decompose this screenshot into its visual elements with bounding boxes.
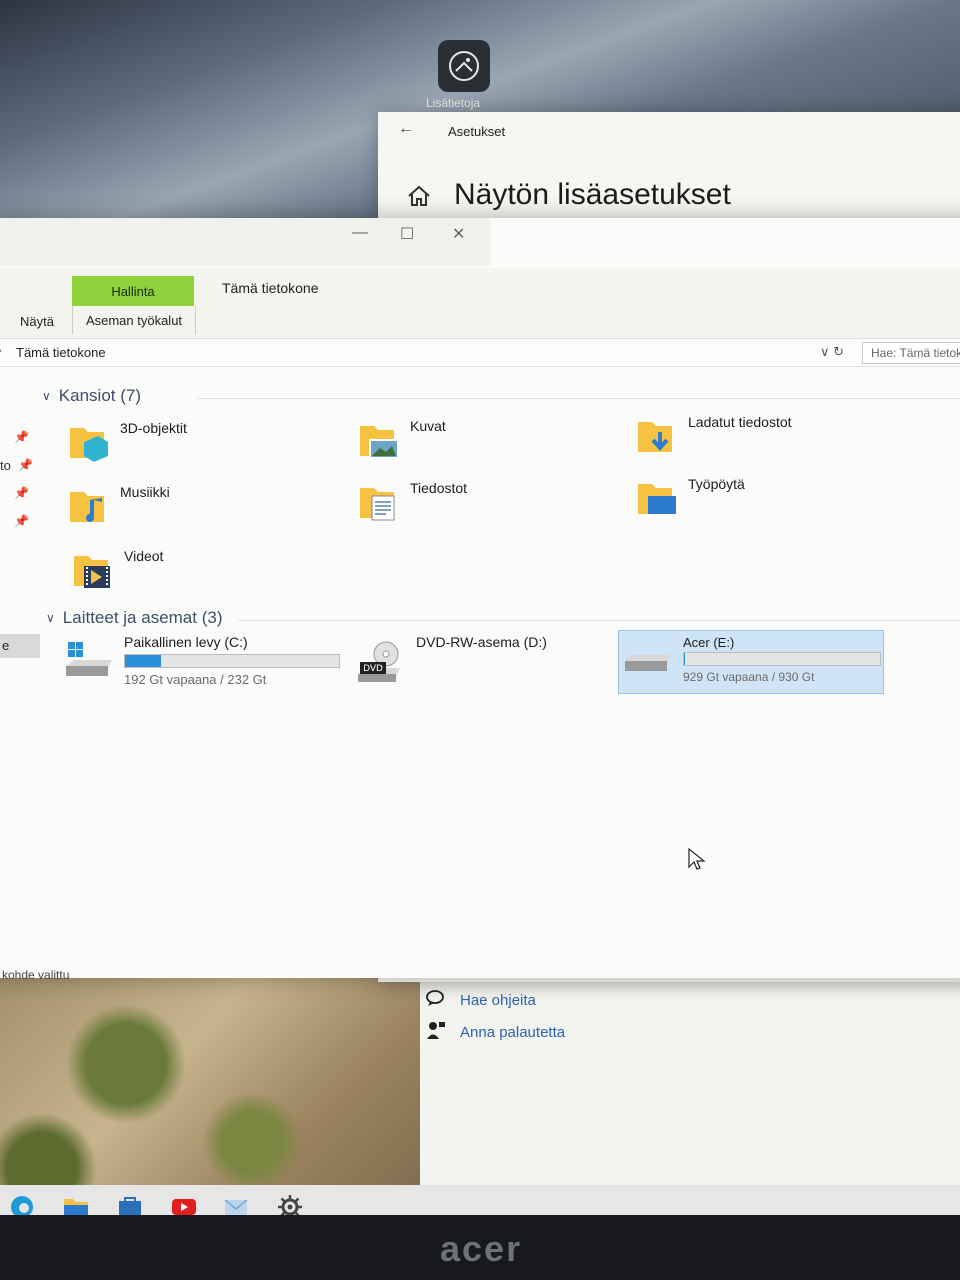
dvd-badge: DVD — [363, 664, 383, 674]
explorer-title-bar[interactable]: — ☐ ✕ — [0, 218, 490, 266]
pin-icon[interactable]: 📌 — [18, 458, 33, 472]
help-links: Hae ohjeita Anna palautetta — [426, 984, 565, 1048]
minimize-icon[interactable]: — — [352, 224, 368, 242]
info-button[interactable] — [438, 40, 490, 92]
close-icon[interactable]: ✕ — [452, 224, 465, 244]
ribbon-contextual-group[interactable]: Hallinta — [72, 276, 194, 306]
content-pane: ∨ Kansiot (7) 3D-objektit Kuvat Ladatut … — [38, 368, 960, 948]
status-text: kohde valittu — [2, 968, 70, 982]
tab-drive-tools[interactable]: Aseman työkalut — [72, 306, 196, 334]
settings-app-title: Asetukset — [448, 124, 506, 139]
dvd-drive-icon: DVD — [358, 641, 400, 682]
drive-d[interactable]: DVD DVD-RW-asema (D:) — [356, 634, 547, 686]
downloads-folder-icon — [638, 422, 672, 452]
edge-browser-icon[interactable] — [8, 1193, 36, 1215]
search-input[interactable]: Hae: Tämä tietokone — [862, 342, 960, 364]
mouse-cursor-icon — [688, 848, 706, 870]
folder-desktop[interactable]: Työpöytä — [636, 476, 745, 518]
folder-documents[interactable]: Tiedostot — [358, 480, 467, 522]
section-divider — [238, 620, 960, 621]
folders-section-header[interactable]: ∨ Kansiot (7) — [42, 386, 141, 406]
tab-view[interactable]: Näytä — [20, 314, 54, 329]
section-divider — [198, 398, 960, 399]
drive-label: DVD-RW-asema (D:) — [416, 634, 547, 650]
home-icon[interactable] — [406, 184, 432, 213]
folder-videos[interactable]: Videot — [72, 548, 163, 590]
drive-usage-fill — [684, 653, 685, 665]
pin-icon[interactable]: 📌 — [14, 514, 29, 528]
taskbar — [0, 1185, 960, 1215]
pin-icon[interactable]: 📌 — [14, 486, 29, 500]
help-link-feedback[interactable]: Anna palautetta — [426, 1016, 565, 1048]
drive-label: Paikallinen levy (C:) — [124, 634, 248, 650]
maximize-icon[interactable]: ☐ — [400, 224, 414, 244]
drive-usage-fill — [125, 655, 162, 667]
pictures-folder-icon — [360, 426, 399, 459]
nav-selected-item[interactable]: e — [0, 634, 40, 658]
chevron-down-icon: ∨ — [42, 389, 51, 403]
pin-icon[interactable]: 📌 — [14, 430, 29, 444]
drive-capacity: 929 Gt vapaana / 930 Gt — [683, 670, 815, 684]
status-bar: kohde valittu — [0, 968, 960, 986]
back-arrow-icon[interactable]: ← — [398, 120, 414, 138]
settings-gear-icon[interactable] — [276, 1193, 304, 1215]
screen: Lisätietoja ← Asetukset Näytön lisäasetu… — [0, 0, 960, 1215]
nav-partial-label: e — [2, 638, 10, 653]
videos-folder-icon — [74, 556, 110, 588]
chevron-right-icon: › — [0, 345, 2, 357]
drive-label: Acer (E:) — [683, 635, 735, 650]
folder-label: Musiikki — [120, 484, 170, 500]
help-link-label: Anna palautetta — [460, 1023, 566, 1041]
nav-partial-label[interactable]: to — [0, 458, 11, 473]
info-button-label: Lisätietoja — [426, 96, 481, 110]
folder-music[interactable]: Musiikki — [68, 484, 170, 526]
file-explorer-window: — ☐ ✕ Hallinta Tämä tietokone Näytä Asem… — [0, 218, 960, 982]
folder-downloads[interactable]: Ladatut tiedostot — [636, 414, 792, 456]
windows-drive-icon — [66, 642, 112, 676]
drive-usage-bar — [683, 652, 881, 666]
drive-capacity: 192 Gt vapaana / 232 Gt — [124, 672, 267, 687]
folder-label: Työpöytä — [688, 476, 745, 492]
info-circle-icon — [449, 51, 479, 81]
folder-label: Kuvat — [410, 418, 446, 434]
folder-label: Videot — [124, 548, 164, 564]
music-folder-icon — [70, 492, 104, 522]
navigation-pane: 📌 to 📌 📌 📌 e — [0, 368, 40, 978]
mail-icon[interactable] — [222, 1193, 250, 1215]
desktop-wallpaper-landscape — [0, 960, 420, 1215]
help-link-label: Hae ohjeita — [460, 991, 536, 1009]
documents-folder-icon — [360, 488, 395, 521]
section-title: Laitteet ja asemat (3) — [62, 608, 223, 627]
chevron-down-icon: ∨ — [46, 611, 55, 625]
folder-pictures[interactable]: Kuvat — [358, 418, 446, 460]
help-link-get-help[interactable]: Hae ohjeita — [426, 984, 565, 1016]
drive-c[interactable]: Paikallinen levy (C:) 192 Gt vapaana / 2… — [64, 634, 340, 687]
external-drive-icon — [625, 655, 671, 671]
section-title: Kansiot (7) — [58, 386, 141, 405]
drive-e[interactable]: Acer (E:) 929 Gt vapaana / 930 Gt — [618, 630, 884, 694]
drive-usage-bar — [124, 654, 340, 668]
folder-label: 3D-objektit — [120, 420, 187, 436]
address-path[interactable]: Tämä tietokone — [16, 345, 106, 360]
3d-objects-folder-icon — [70, 428, 108, 462]
folder-label: Tiedostot — [410, 480, 468, 496]
drives-section-header[interactable]: ∨ Laitteet ja asemat (3) — [46, 608, 223, 628]
feedback-icon — [426, 1020, 446, 1044]
address-bar[interactable]: › Tämä tietokone ∨ ↻ Hae: Tämä tietokone — [0, 340, 960, 367]
folder-label: Ladatut tiedostot — [688, 414, 792, 430]
brand-logo: acer — [440, 1228, 523, 1269]
refresh-icon[interactable]: ∨ ↻ — [820, 344, 844, 360]
settings-page-title: Näytön lisäasetukset — [454, 178, 731, 211]
store-icon[interactable] — [116, 1193, 144, 1215]
desktop-folder-icon — [638, 484, 676, 514]
tab-this-pc[interactable]: Tämä tietokone — [222, 280, 319, 296]
file-explorer-icon[interactable] — [62, 1193, 90, 1215]
folder-3d-objects[interactable]: 3D-objektit — [68, 420, 187, 462]
youtube-icon[interactable] — [170, 1193, 198, 1215]
help-chat-icon — [426, 989, 446, 1011]
